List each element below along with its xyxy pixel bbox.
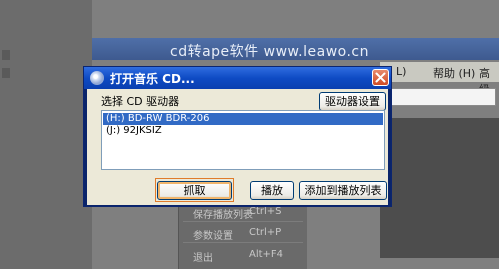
dialog-titlebar[interactable]: 打开音乐 CD... [84, 67, 391, 89]
select-drive-label: 选择 CD 驱动器 [101, 95, 180, 108]
open-music-cd-dialog: 打开音乐 CD... 选择 CD 驱动器 驱动器设置 (H:) BD-RW BD… [83, 66, 392, 207]
menu-item-settings[interactable]: 参数设置 [193, 227, 233, 242]
background-menu-item[interactable]: L) [396, 65, 406, 78]
background-left-pane [0, 0, 92, 269]
grab-button[interactable]: 抓取 [157, 181, 232, 200]
drive-item-h[interactable]: (H:) BD-RW BDR-206 [103, 113, 383, 125]
background-combo[interactable] [382, 88, 496, 106]
drive-listbox[interactable]: (H:) BD-RW BDR-206 (J:) 92JKSIZ [101, 110, 385, 170]
background-app-title: cd转ape软件 www.leawo.cn [170, 44, 370, 60]
close-icon [375, 72, 386, 83]
dialog-body: 选择 CD 驱动器 驱动器设置 (H:) BD-RW BDR-206 (J:) … [87, 89, 388, 205]
background-file-menu: 保存播放列表 Ctrl+S 参数设置 Ctrl+P 退出 Alt+F4 [178, 200, 307, 269]
play-button[interactable]: 播放 [250, 181, 294, 200]
menu-shortcut: Ctrl+S [249, 206, 282, 217]
drive-item-j[interactable]: (J:) 92JKSIZ [103, 125, 383, 137]
menu-item-save-playlist[interactable]: 保存播放列表 [193, 206, 253, 221]
background-menu-help[interactable]: 帮助 (H) [433, 65, 475, 81]
cd-icon [90, 71, 104, 85]
menu-shortcut: Alt+F4 [249, 249, 284, 260]
close-button[interactable] [372, 69, 389, 86]
menu-separator [183, 221, 303, 222]
menu-separator [183, 242, 303, 243]
background-left-item [2, 50, 10, 60]
drive-settings-button[interactable]: 驱动器设置 [319, 92, 386, 111]
menu-item-exit[interactable]: 退出 [193, 249, 213, 264]
background-panel [380, 118, 499, 258]
dialog-title: 打开音乐 CD... [110, 72, 195, 86]
add-to-playlist-button[interactable]: 添加到播放列表 [299, 181, 387, 200]
menu-shortcut: Ctrl+P [249, 227, 282, 238]
background-left-item [2, 68, 10, 78]
